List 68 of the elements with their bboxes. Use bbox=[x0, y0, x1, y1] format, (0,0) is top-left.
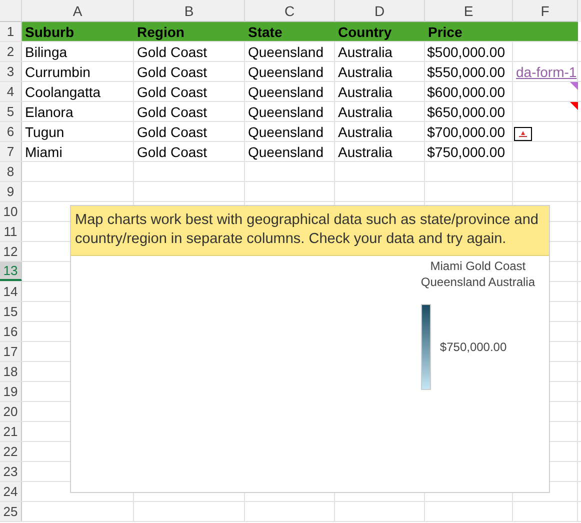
table-cell[interactable]: Gold Coast bbox=[134, 142, 245, 161]
row-header[interactable]: 16 bbox=[0, 322, 22, 341]
comment-marker[interactable] bbox=[570, 102, 578, 110]
table-cell[interactable]: Coolangatta bbox=[22, 82, 134, 101]
table-cell[interactable]: Queensland bbox=[245, 42, 335, 61]
table-cell[interactable]: Australia bbox=[335, 62, 425, 81]
table-cell[interactable]: Tugun bbox=[22, 122, 134, 141]
table-cell[interactable]: $500,000.00 bbox=[425, 42, 513, 61]
row-header[interactable]: 22 bbox=[0, 442, 22, 461]
row-header[interactable]: 2 bbox=[0, 42, 22, 61]
table-cell[interactable]: Australia bbox=[335, 102, 425, 121]
row-header[interactable]: 18 bbox=[0, 362, 22, 381]
row-header[interactable]: 8 bbox=[0, 162, 22, 181]
table-cell[interactable]: Australia bbox=[335, 42, 425, 61]
warning-message: Map charts work best with geographical data such as state/province and country/region in separate columns. Check your data and try again. bbox=[71, 206, 549, 256]
table-cell[interactable]: Australia bbox=[335, 82, 425, 101]
table-cell[interactable]: Elanora bbox=[22, 102, 134, 121]
row-header[interactable]: 21 bbox=[0, 422, 22, 441]
cell-link[interactable]: da-form-1 bbox=[516, 64, 577, 80]
row-header[interactable]: 9 bbox=[0, 182, 22, 201]
header-cell[interactable]: Region bbox=[134, 22, 245, 41]
row-header[interactable]: 7 bbox=[0, 142, 22, 161]
legend-title: Miami Gold Coast Queensland Australia bbox=[420, 258, 535, 290]
table-cell[interactable]: Gold Coast bbox=[134, 122, 245, 141]
row-header[interactable]: 14 bbox=[0, 282, 22, 301]
header-cell[interactable] bbox=[513, 22, 578, 41]
row-header[interactable]: 4 bbox=[0, 82, 22, 101]
row-header[interactable]: 15 bbox=[0, 302, 22, 321]
table-cell[interactable]: $550,000.00 bbox=[425, 62, 513, 81]
header-cell[interactable]: Price bbox=[425, 22, 513, 41]
row-header[interactable]: 24 bbox=[0, 482, 22, 501]
table-cell[interactable]: $750,000.00 bbox=[425, 142, 513, 161]
row-header[interactable]: 20 bbox=[0, 402, 22, 421]
row-header[interactable]: 6 bbox=[0, 122, 22, 141]
table-cell[interactable]: Gold Coast bbox=[134, 42, 245, 61]
table-cell[interactable]: Queensland bbox=[245, 62, 335, 81]
image-placeholder-icon[interactable] bbox=[514, 127, 532, 141]
table-cell[interactable]: Miami bbox=[22, 142, 134, 161]
chart-area[interactable]: Map charts work best with geographical data such as state/province and country/region in separate columns. Check your data and try again. Miami Gold Coast Queensland Australia $750,000.00 bbox=[70, 205, 550, 493]
row-header[interactable]: 12 bbox=[0, 242, 22, 261]
header-cell[interactable]: Suburb bbox=[22, 22, 134, 41]
table-cell[interactable]: Queensland bbox=[245, 82, 335, 101]
comment-marker[interactable] bbox=[570, 82, 578, 90]
table-cell[interactable]: Queensland bbox=[245, 142, 335, 161]
table-cell[interactable]: Australia bbox=[335, 142, 425, 161]
table-cell[interactable]: Currumbin bbox=[22, 62, 134, 81]
table-cell[interactable]: $650,000.00 bbox=[425, 102, 513, 121]
row-header[interactable]: 10 bbox=[0, 202, 22, 221]
table-cell[interactable]: Gold Coast bbox=[134, 62, 245, 81]
row-header[interactable]: 1 bbox=[0, 22, 22, 41]
row-header[interactable]: 17 bbox=[0, 342, 22, 361]
row-header[interactable]: 3 bbox=[0, 62, 22, 81]
header-cell[interactable]: State bbox=[245, 22, 335, 41]
legend-value: $750,000.00 bbox=[440, 340, 507, 354]
table-cell[interactable]: $600,000.00 bbox=[425, 82, 513, 101]
row-header[interactable]: 23 bbox=[0, 462, 22, 481]
table-cell[interactable]: Queensland bbox=[245, 122, 335, 141]
table-cell[interactable]: $700,000.00 bbox=[425, 122, 513, 141]
table-cell[interactable]: Gold Coast bbox=[134, 102, 245, 121]
table-cell[interactable]: Bilinga bbox=[22, 42, 134, 61]
header-cell[interactable]: Country bbox=[335, 22, 425, 41]
table-cell[interactable]: Queensland bbox=[245, 102, 335, 121]
row-header[interactable]: 25 bbox=[0, 502, 22, 521]
table-cell[interactable]: Gold Coast bbox=[134, 82, 245, 101]
row-header[interactable]: 11 bbox=[0, 222, 22, 241]
table-cell[interactable]: Australia bbox=[335, 122, 425, 141]
row-header[interactable]: 5 bbox=[0, 102, 22, 121]
row-header[interactable]: 19 bbox=[0, 382, 22, 401]
